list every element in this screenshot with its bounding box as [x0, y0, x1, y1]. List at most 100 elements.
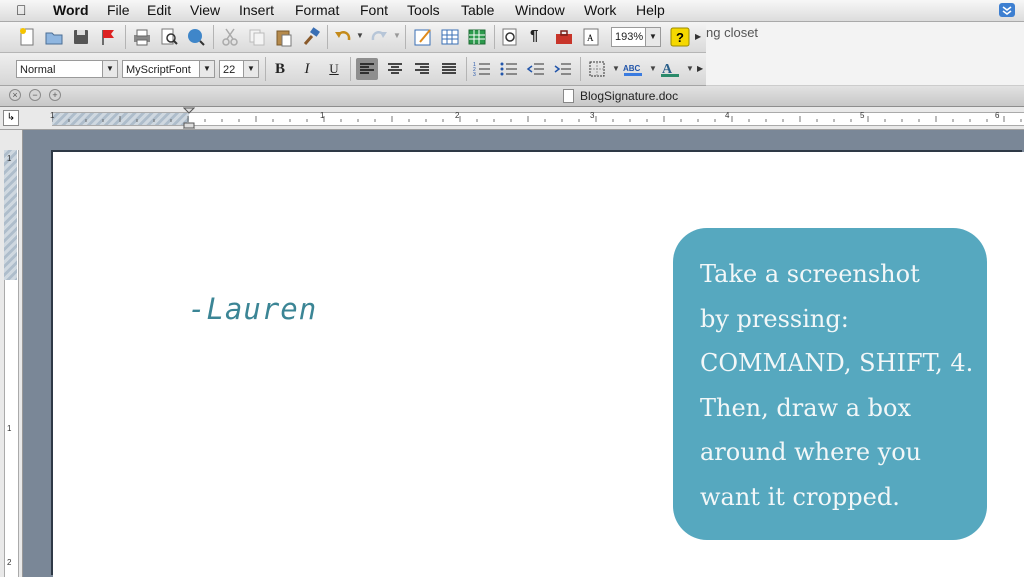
menu-insert[interactable]: Insert [239, 2, 274, 18]
menu-tools[interactable]: Tools [407, 2, 440, 18]
horizontal-ruler[interactable]: ↳ 1 1 2 3 4 5 6 [0, 107, 1024, 130]
vertical-ruler-number: 1 [7, 154, 12, 163]
toolbar-separator [125, 25, 126, 49]
font-value: MyScriptFont [126, 64, 191, 76]
style-dropdown-icon: ▼ [102, 61, 117, 77]
justify-icon[interactable] [438, 58, 460, 80]
style-select[interactable]: Normal ▼ [16, 60, 118, 78]
toolbar-separator [494, 25, 495, 49]
top-margin-area [4, 150, 17, 280]
help-icon[interactable]: ? [669, 26, 691, 48]
close-window-icon[interactable]: × [9, 89, 21, 101]
borders-icon[interactable] [586, 58, 608, 80]
menu-file[interactable]: File [107, 2, 130, 18]
underline-button[interactable]: U [323, 58, 345, 80]
zoom-select[interactable]: 193% ▼ [611, 27, 661, 47]
print-preview-icon[interactable] [158, 26, 180, 48]
bold-button[interactable]: B [269, 58, 291, 80]
svg-text:A: A [587, 33, 594, 43]
toolbar-separator [466, 57, 467, 81]
decrease-indent-icon[interactable] [525, 58, 547, 80]
draw-table-icon[interactable] [412, 26, 434, 48]
open-icon[interactable] [43, 26, 65, 48]
redo-dropdown-icon[interactable]: ▼ [393, 31, 401, 40]
paste-icon[interactable] [273, 26, 295, 48]
increase-indent-icon[interactable] [552, 58, 574, 80]
document-map-icon[interactable] [499, 26, 521, 48]
font-size-value: 22 [223, 64, 236, 76]
svg-text:3: 3 [473, 72, 476, 78]
callout-line: Take a screenshot [700, 260, 920, 288]
font-size-select[interactable]: 22 ▼ [219, 60, 259, 78]
apple-menu-icon[interactable]:  [16, 2, 27, 18]
menu-view[interactable]: View [190, 2, 220, 18]
print-icon[interactable] [131, 26, 153, 48]
menu-window[interactable]: Window [515, 2, 565, 18]
cut-icon[interactable] [219, 26, 241, 48]
align-right-icon[interactable] [411, 58, 433, 80]
dropbox-status-icon[interactable] [998, 1, 1016, 19]
document-title-bar: × − + BlogSignature.doc [0, 86, 1024, 107]
save-icon[interactable] [70, 26, 92, 48]
toolbar-separator [213, 25, 214, 49]
style-value: Normal [20, 64, 56, 76]
highlight-icon[interactable]: ABC [622, 58, 644, 80]
bulleted-list-icon[interactable] [498, 58, 520, 80]
ruler-number: 3 [590, 111, 595, 120]
formatting-overflow-icon[interactable]: ▶ [697, 64, 703, 73]
toolbar-overflow-icon[interactable]: ▶ [695, 32, 701, 41]
zoom-window-icon[interactable]: + [49, 89, 61, 101]
undo-dropdown-icon[interactable]: ▼ [356, 31, 364, 40]
align-center-icon[interactable] [384, 58, 406, 80]
vertical-ruler-number: 2 [7, 558, 12, 567]
vertical-ruler[interactable]: 1 1 2 [0, 130, 23, 577]
menu-font[interactable]: Font [360, 2, 388, 18]
callout-text: Take a screenshot by pressing: COMMAND, … [700, 252, 990, 519]
document-file-icon [563, 89, 574, 103]
menu-app-word[interactable]: Word [53, 2, 89, 18]
ruler-number: 5 [860, 111, 865, 120]
highlight-dropdown-icon[interactable]: ▼ [649, 64, 657, 73]
font-color-dropdown-icon[interactable]: ▼ [686, 64, 694, 73]
font-select[interactable]: MyScriptFont ▼ [122, 60, 215, 78]
numbered-list-icon[interactable]: 123 [471, 58, 493, 80]
minimize-window-icon[interactable]: − [29, 89, 41, 101]
tab-stop-selector[interactable]: ↳ [3, 110, 19, 126]
callout-line: by pressing: [700, 304, 849, 333]
menu-work[interactable]: Work [584, 2, 616, 18]
zoom-dropdown-icon: ▼ [645, 28, 660, 46]
formatting-palette-icon[interactable]: A [580, 26, 602, 48]
menu-format[interactable]: Format [295, 2, 339, 18]
ruler-number: 6 [995, 111, 1000, 120]
callout-line: around where you [700, 438, 922, 466]
zoom-value: 193% [615, 31, 644, 43]
copy-icon[interactable] [246, 26, 268, 48]
align-left-icon[interactable] [356, 58, 378, 80]
callout-line: want it cropped. [700, 482, 900, 511]
menu-help[interactable]: Help [636, 2, 665, 18]
redo-icon[interactable] [368, 26, 390, 48]
pilcrow-icon[interactable]: ¶ [530, 27, 538, 44]
flag-icon[interactable] [97, 26, 119, 48]
undo-icon[interactable] [332, 26, 354, 48]
callout-line: COMMAND, SHIFT, 4. [700, 349, 974, 377]
font-color-icon[interactable]: A [659, 58, 681, 80]
toolbar-separator [327, 25, 328, 49]
menu-edit[interactable]: Edit [147, 2, 171, 18]
new-document-icon[interactable] [16, 26, 38, 48]
menu-table[interactable]: Table [461, 2, 494, 18]
web-preview-icon[interactable] [185, 26, 207, 48]
signature-text: -Lauren [188, 292, 318, 326]
ruler-number: 2 [455, 111, 460, 120]
instruction-callout: Take a screenshot by pressing: COMMAND, … [673, 228, 987, 540]
insert-excel-icon[interactable] [466, 26, 488, 48]
borders-dropdown-icon[interactable]: ▼ [612, 64, 620, 73]
standard-toolbar: ▼ ▼ ¶ A 193% ▼ ? ▶ [0, 22, 706, 53]
indent-marker-icon[interactable] [183, 107, 195, 129]
background-window-title: ng closet [706, 25, 759, 40]
format-painter-icon[interactable] [300, 26, 322, 48]
insert-table-icon[interactable] [439, 26, 461, 48]
toolbox-icon[interactable] [553, 26, 575, 48]
italic-button[interactable]: I [296, 58, 318, 80]
menu-bar:  Word File Edit View Insert Format Font… [0, 0, 1024, 22]
